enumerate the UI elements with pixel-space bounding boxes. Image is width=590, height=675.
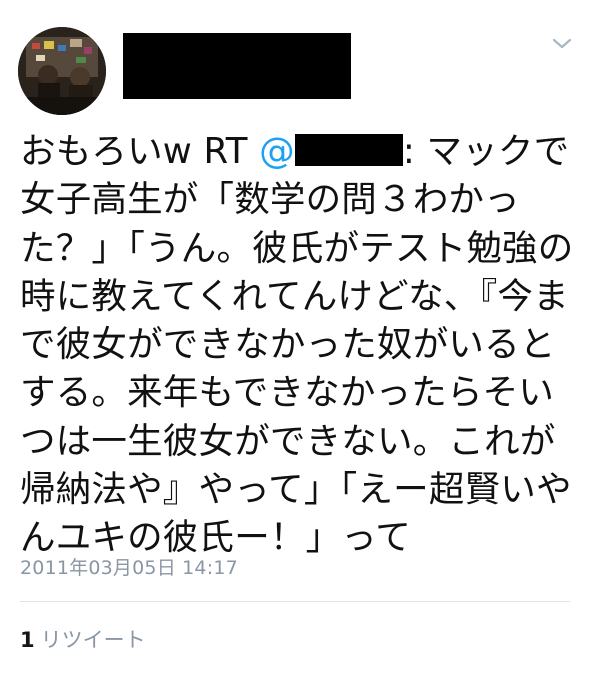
retweet-label: リツイート xyxy=(40,628,146,652)
tweet-text-prefix: おもろいw RT xyxy=(20,131,260,172)
retweet-count: 1 xyxy=(20,628,35,652)
tweet-text: おもろいw RT @: マックで女子高生が「数学の問３わかった？」「うん。彼氏が… xyxy=(20,128,575,563)
retweet-stats[interactable]: 1 リツイート xyxy=(20,624,146,654)
divider xyxy=(20,601,570,602)
chevron-down-icon[interactable] xyxy=(550,34,574,52)
mention-link[interactable]: @ xyxy=(259,131,403,172)
tweet-card: おもろいw RT @: マックで女子高生が「数学の問３わかった？」「うん。彼氏が… xyxy=(0,0,590,675)
redacted-mention-handle xyxy=(294,134,403,166)
tweet-timestamp[interactable]: 2011年03月05日 14:17 xyxy=(20,553,238,580)
tweet-text-body: : マックで女子高生が「数学の問３わかった？」「うん。彼氏がテスト勉強の時に教え… xyxy=(20,131,574,559)
avatar[interactable] xyxy=(18,27,106,115)
redacted-user-name xyxy=(123,33,351,99)
mention-at: @ xyxy=(259,131,295,172)
